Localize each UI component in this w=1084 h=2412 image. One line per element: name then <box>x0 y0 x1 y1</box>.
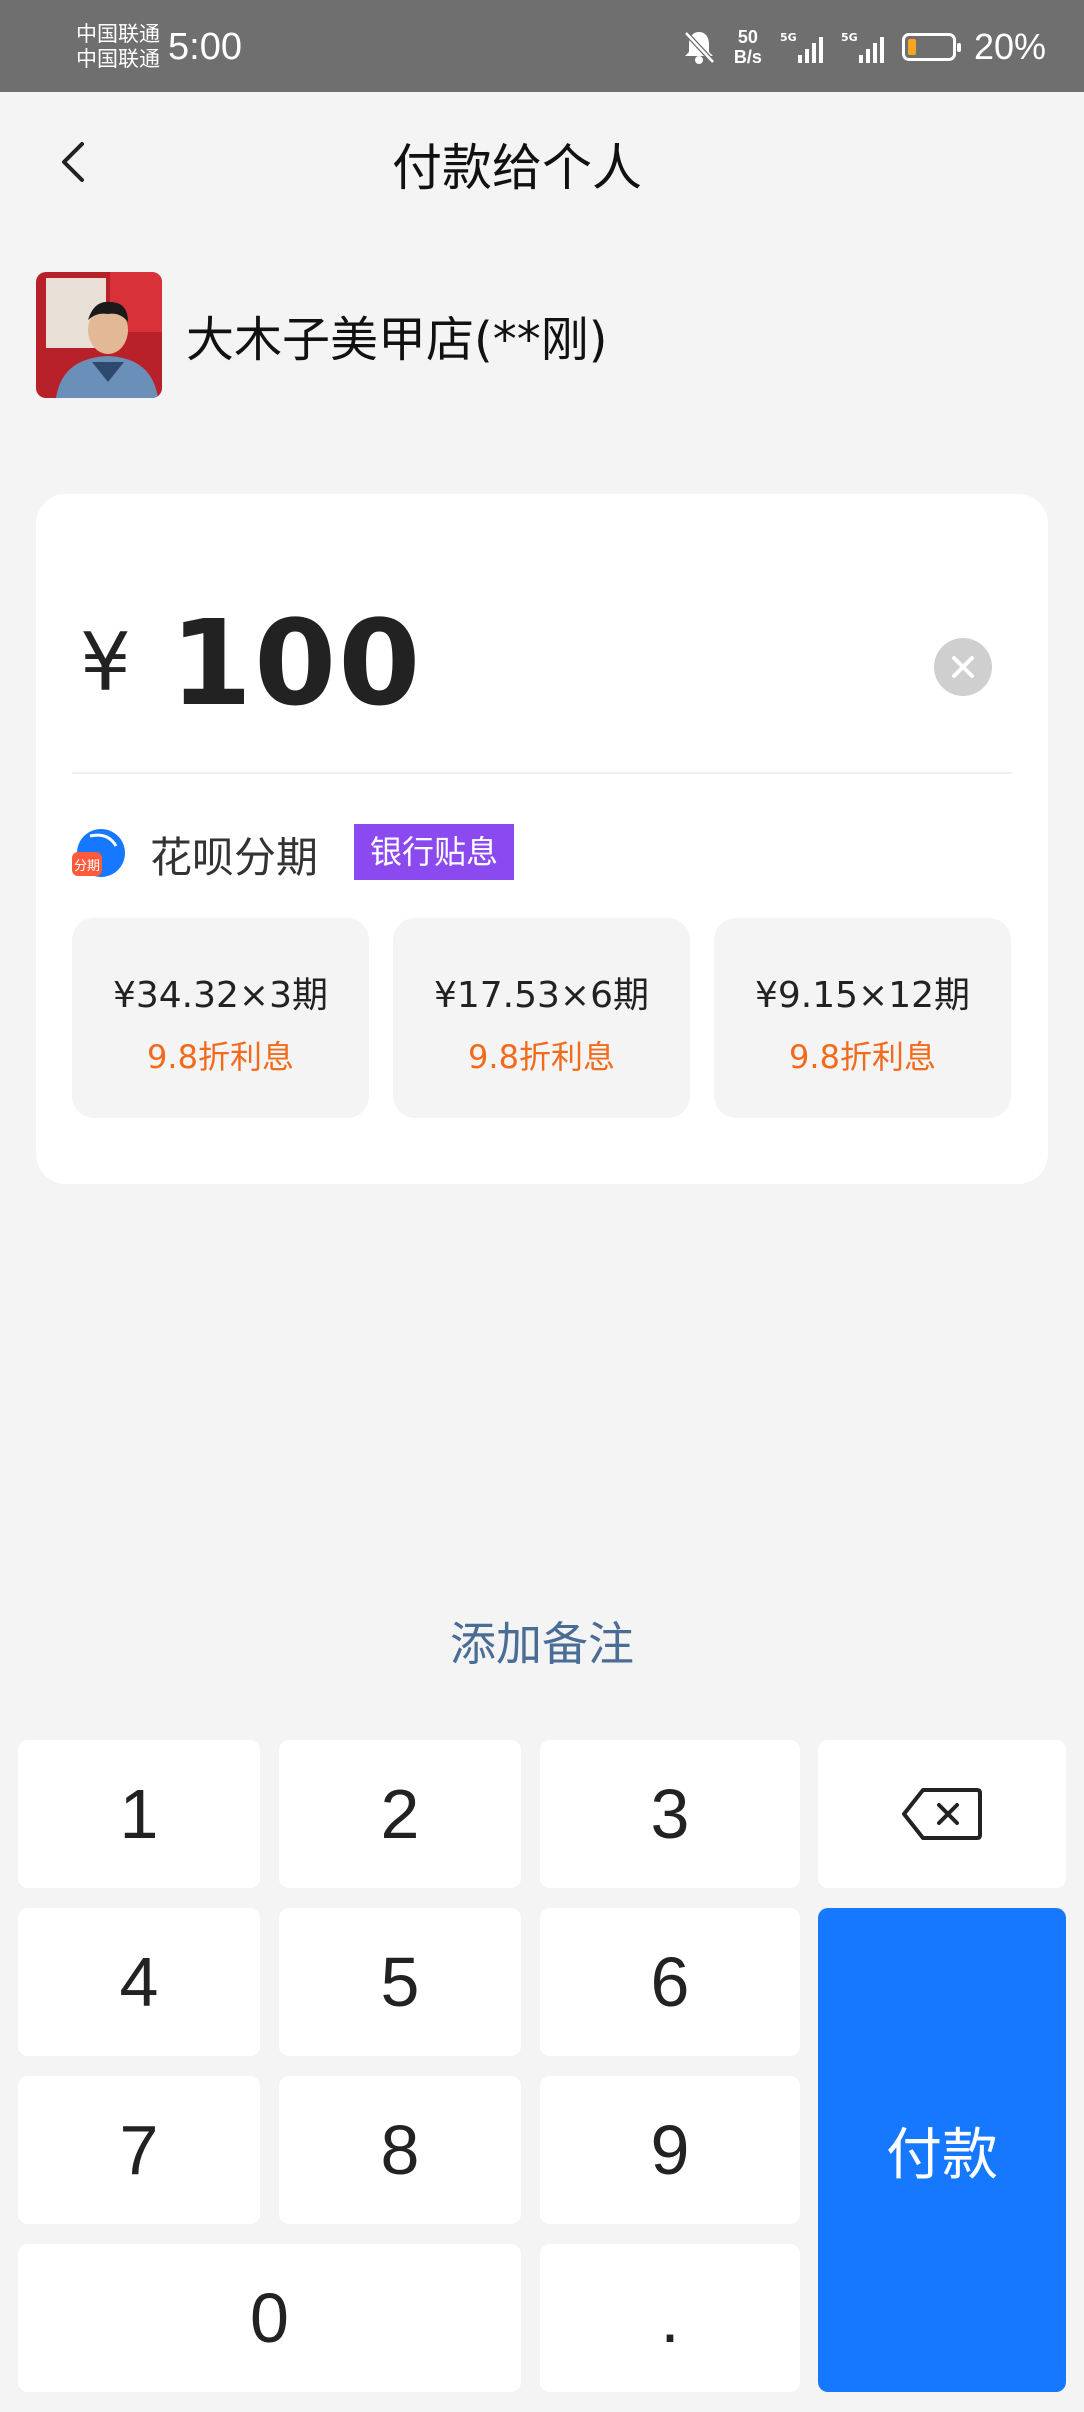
pay-button[interactable]: 付款 <box>818 1908 1066 2392</box>
add-note-link[interactable]: 添加备注 <box>0 1608 1084 1674</box>
installment-label: 花呗分期 <box>150 833 319 882</box>
plan-price: ¥9.15×12期 <box>754 975 971 1016</box>
key-0[interactable]: 0 <box>18 2244 521 2392</box>
key-1[interactable]: 1 <box>18 1740 260 1888</box>
net-speed-unit: B/s <box>733 47 762 67</box>
battery-percent: 20% <box>973 26 1046 67</box>
installment-plan-3[interactable]: ¥34.32×3期 9.8折利息 <box>72 918 369 1118</box>
signal-2-label: 5G <box>840 31 858 44</box>
key-4[interactable]: 4 <box>18 1908 260 2056</box>
net-speed-value: 50 <box>737 27 758 47</box>
clear-amount-button[interactable] <box>934 638 992 696</box>
key-2[interactable]: 2 <box>279 1740 521 1888</box>
net-speed: 50 B/s <box>734 27 762 67</box>
bank-subsidy-badge: 银行贴息 <box>354 824 515 880</box>
key-5[interactable]: 5 <box>279 1908 521 2056</box>
amount-input[interactable]: 100 <box>170 594 422 732</box>
key-decimal[interactable]: . <box>540 2244 800 2392</box>
currency-symbol: ¥ <box>80 616 131 709</box>
plan-price: ¥34.32×3期 <box>112 975 329 1016</box>
huabei-icon: 分期 <box>72 829 125 877</box>
carrier-2: 中国联通 <box>76 47 160 71</box>
carrier-labels: 中国联通 中国联通 <box>76 22 160 72</box>
key-9[interactable]: 9 <box>540 2076 800 2224</box>
payee-name: 大木子美甲店(**刚) <box>186 312 608 368</box>
installment-plan-12[interactable]: ¥9.15×12期 9.8折利息 <box>714 918 1011 1118</box>
avatar <box>36 272 162 398</box>
plan-discount: 9.8折利息 <box>147 1038 294 1076</box>
key-6[interactable]: 6 <box>540 1908 800 2056</box>
plan-discount: 9.8折利息 <box>789 1038 936 1076</box>
avatar-photo-icon <box>36 272 162 398</box>
mute-bell-icon <box>684 31 715 64</box>
payment-card: ¥ 100 分期 花呗分期 银行贴息 ¥34.32×3期 9.8折利息 ¥17.… <box>36 494 1048 1184</box>
backspace-icon <box>902 1788 982 1840</box>
installment-plan-6[interactable]: ¥17.53×6期 9.8折利息 <box>393 918 690 1118</box>
key-8[interactable]: 8 <box>279 2076 521 2224</box>
backspace-key[interactable] <box>818 1740 1066 1888</box>
signal-icon-2: 5G <box>841 31 884 63</box>
page-title: 付款给个人 <box>392 139 642 197</box>
divider <box>72 772 1012 774</box>
battery-level <box>907 39 916 55</box>
huabei-icon-text: 分期 <box>74 859 100 874</box>
carrier-1: 中国联通 <box>76 22 160 46</box>
signal-1-label: 5G <box>779 31 797 44</box>
key-7[interactable]: 7 <box>18 2076 260 2224</box>
battery-icon <box>901 33 961 61</box>
plan-discount: 9.8折利息 <box>468 1038 615 1076</box>
installment-plans: ¥34.32×3期 9.8折利息 ¥17.53×6期 9.8折利息 ¥9.15×… <box>72 918 1012 1118</box>
status-icons: 50 B/s 5G 5G 20% <box>682 22 1046 72</box>
key-3[interactable]: 3 <box>540 1740 800 1888</box>
status-time: 5:00 <box>168 26 242 68</box>
plan-price: ¥17.53×6期 <box>433 975 650 1016</box>
close-icon <box>952 656 974 678</box>
status-bar: 中国联通 中国联通 5:00 50 B/s 5G 5G 20% <box>0 0 1084 92</box>
signal-icon-1: 5G <box>780 31 823 63</box>
